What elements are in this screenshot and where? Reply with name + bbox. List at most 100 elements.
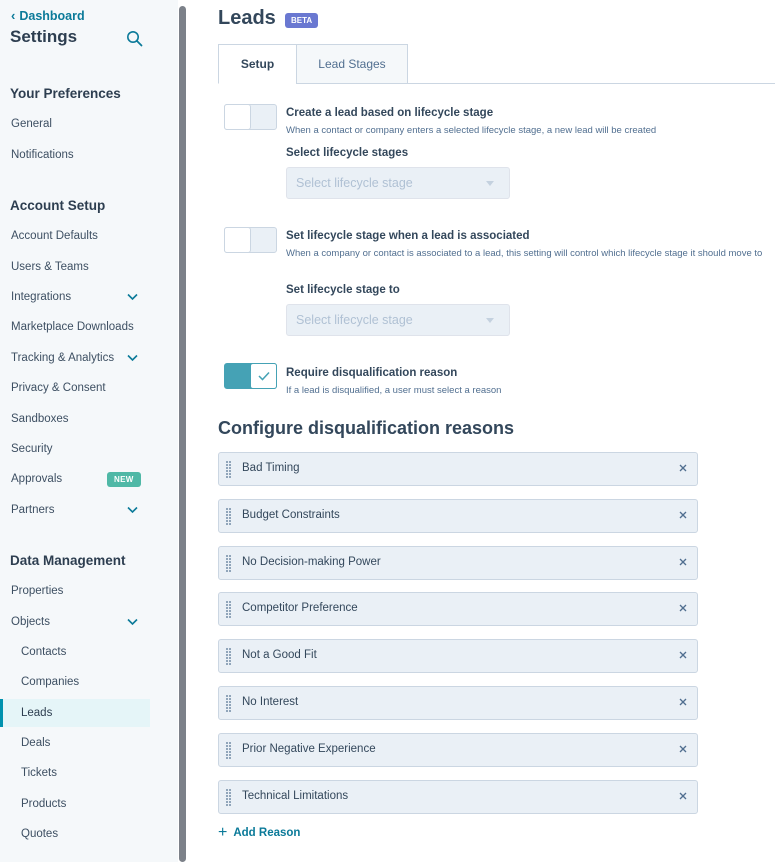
chevron-down-icon[interactable] [127,618,138,626]
tab-setup[interactable]: Setup [218,44,297,84]
back-to-dashboard-link[interactable]: ‹ Dashboard [11,8,85,23]
sidebar-item-privacy-consent[interactable]: Privacy & Consent [0,374,150,402]
reason-label: Technical Limitations [242,790,349,802]
sidebar-item-quotes[interactable]: Quotes [0,820,150,848]
beta-badge: BETA [285,13,319,28]
sidebar-item-tracking-analytics[interactable]: Tracking & Analytics [0,344,150,372]
new-badge: NEW [107,472,141,487]
reason-row[interactable]: Competitor Preference [218,592,698,626]
sidebar-scrollbar-thumb[interactable] [179,6,186,862]
section-data-management: Data Management [10,553,126,568]
sidebar-item-tickets[interactable]: Tickets [0,759,150,787]
lifecycle-lead-description: When a contact or company enters a selec… [286,125,657,136]
disqualification-description: If a lead is disqualified, a user must s… [286,385,502,396]
sidebar-item-products[interactable]: Products [0,790,150,818]
toggle-knob [224,104,251,130]
caret-down-icon [486,181,494,186]
reason-label: No Interest [242,696,299,708]
drag-handle-icon[interactable] [226,789,231,806]
sidebar-item-objects[interactable]: Objects [0,608,150,636]
close-icon[interactable] [678,557,688,567]
sidebar-item-label: Objects [11,616,50,628]
back-link-label: Dashboard [19,8,85,23]
sidebar-item-label: Tracking & Analytics [11,352,115,364]
lifecycle-stages-field-label: Select lifecycle stages [286,147,409,159]
reason-row[interactable]: Not a Good Fit [218,639,698,673]
reason-label: No Decision-making Power [242,556,381,568]
disqualification-label: Require disqualification reason [286,367,458,379]
set-lifecycle-field-label: Set lifecycle stage to [286,284,400,296]
close-icon[interactable] [678,463,688,473]
sidebar-item-account-defaults[interactable]: Account Defaults [0,222,150,250]
sidebar-item-integrations[interactable]: Integrations [0,283,150,311]
sidebar-item-users-teams[interactable]: Users & Teams [0,253,150,281]
reason-row[interactable]: Prior Negative Experience [218,733,698,767]
drag-handle-icon[interactable] [226,508,231,525]
close-icon[interactable] [678,603,688,613]
reason-label: Prior Negative Experience [242,743,376,755]
sidebar-item-properties[interactable]: Properties [0,577,150,605]
drag-handle-icon[interactable] [226,648,231,665]
page-title: Leads [218,7,276,29]
sidebar-item-approvals[interactable]: Approvals NEW [0,465,150,493]
section-account-setup: Account Setup [10,198,106,213]
plus-icon: + [218,824,228,841]
sidebar-title: Settings [10,27,78,46]
set-lifecycle-select[interactable]: Select lifecycle stage [286,304,510,336]
lifecycle-lead-label: Create a lead based on lifecycle stage [286,107,494,119]
sidebar-item-general[interactable]: General [0,110,150,138]
sidebar-item-label: Partners [11,504,55,516]
sidebar-item-security[interactable]: Security [0,435,150,463]
disqualification-toggle[interactable] [224,363,277,389]
section-your-preferences: Your Preferences [10,86,121,101]
reason-row[interactable]: No Interest [218,686,698,720]
close-icon[interactable] [678,510,688,520]
sidebar-item-deals[interactable]: Deals [0,729,150,757]
reason-row[interactable]: Technical Limitations [218,780,698,814]
sidebar-item-partners[interactable]: Partners [0,496,150,524]
settings-sidebar: ‹ Dashboard Settings Your Preferences Ge… [0,0,178,862]
check-icon [258,371,270,381]
sidebar-item-label: Approvals [11,473,63,485]
chevron-down-icon[interactable] [127,506,138,514]
chevron-down-icon[interactable] [127,354,138,362]
drag-handle-icon[interactable] [226,461,231,478]
reason-label: Bad Timing [242,462,300,474]
reason-label: Not a Good Fit [242,649,317,661]
drag-handle-icon[interactable] [226,742,231,759]
lifecycle-associate-toggle[interactable] [224,227,277,253]
chevron-down-icon[interactable] [127,293,138,301]
tab-lead-stages[interactable]: Lead Stages [296,44,408,84]
sidebar-item-sandboxes[interactable]: Sandboxes [0,405,150,433]
close-icon[interactable] [678,697,688,707]
reason-row[interactable]: No Decision-making Power [218,546,698,580]
drag-handle-icon[interactable] [226,555,231,572]
caret-down-icon [486,318,494,323]
chevron-left-icon: ‹ [11,8,16,23]
toggle-knob [224,227,251,253]
sidebar-item-notifications[interactable]: Notifications [0,141,150,169]
close-icon[interactable] [678,650,688,660]
search-icon[interactable] [126,30,143,47]
reason-label: Budget Constraints [242,509,340,521]
sidebar-item-companies[interactable]: Companies [0,668,150,696]
drag-handle-icon[interactable] [226,695,231,712]
select-placeholder: Select lifecycle stage [296,313,413,327]
reason-row[interactable]: Bad Timing [218,452,698,486]
drag-handle-icon[interactable] [226,601,231,618]
toggle-knob [250,363,277,389]
lifecycle-associate-label: Set lifecycle stage when a lead is assoc… [286,230,530,242]
lifecycle-stages-select[interactable]: Select lifecycle stage [286,167,510,199]
add-reason-button[interactable]: + Add Reason [218,824,301,841]
reason-label: Competitor Preference [242,602,358,614]
reason-row[interactable]: Budget Constraints [218,499,698,533]
close-icon[interactable] [678,744,688,754]
lifecycle-lead-toggle[interactable] [224,104,277,130]
lifecycle-associate-description: When a company or contact is associated … [286,248,763,259]
sidebar-item-contacts[interactable]: Contacts [0,638,150,666]
sidebar-item-marketplace-downloads[interactable]: Marketplace Downloads [0,313,150,341]
sidebar-item-leads[interactable]: Leads [0,699,150,727]
add-reason-label: Add Reason [233,827,301,839]
select-placeholder: Select lifecycle stage [296,176,413,190]
close-icon[interactable] [678,791,688,801]
